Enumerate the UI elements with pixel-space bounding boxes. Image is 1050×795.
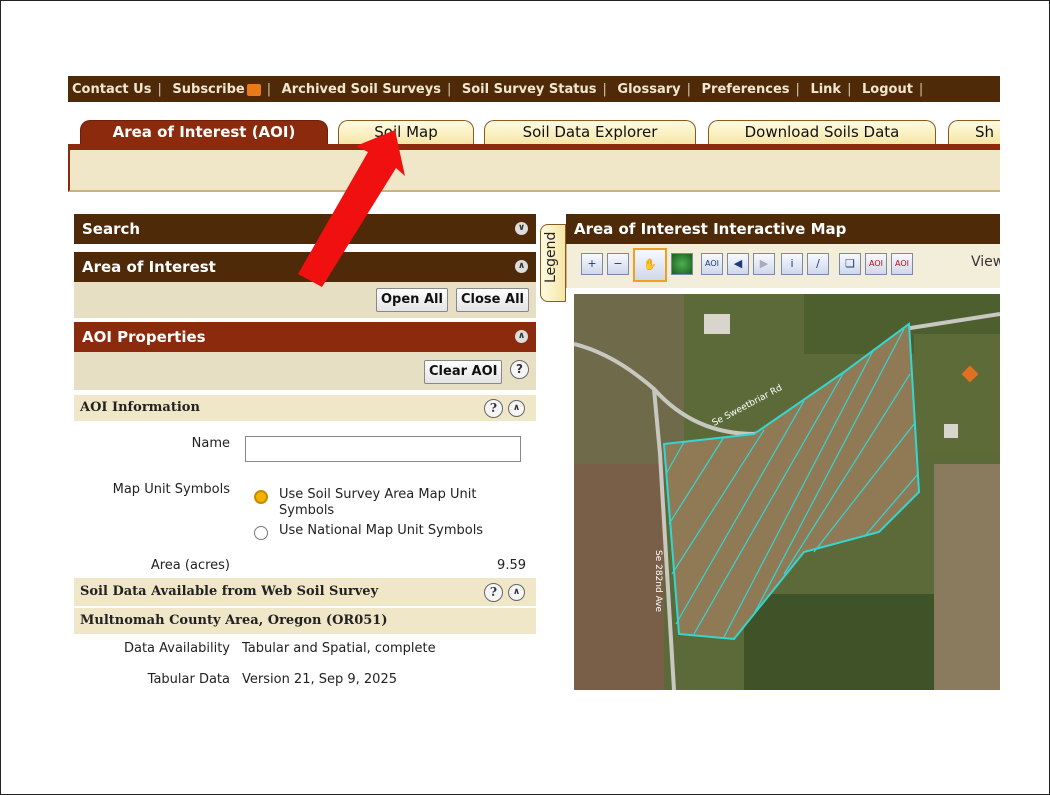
annotation-arrow — [298, 130, 405, 287]
